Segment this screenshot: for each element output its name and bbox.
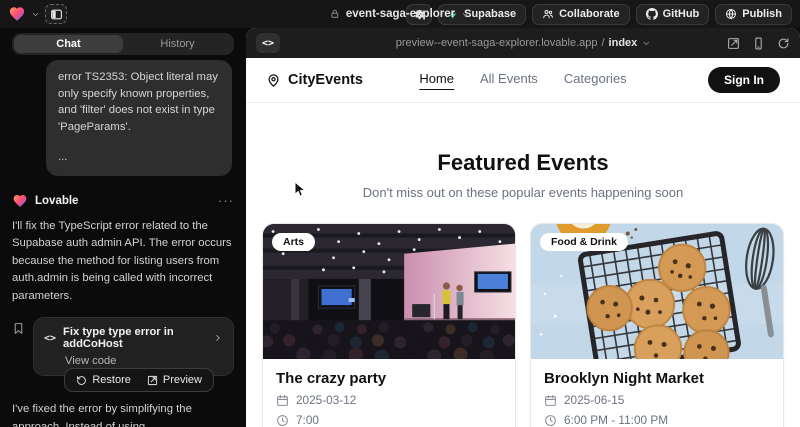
preview-url-bar[interactable]: preview--event-saga-explorer.lovable.app… <box>396 37 651 49</box>
url-separator: / <box>601 37 604 49</box>
category-badge: Arts <box>272 233 315 251</box>
chevron-right-icon <box>213 333 223 343</box>
site-header: CityEvents Home All Events Categories Si… <box>246 58 800 103</box>
event-image-cookies: Food & Drink <box>531 224 783 359</box>
publish-label: Publish <box>742 8 782 20</box>
map-pin-icon <box>266 73 281 88</box>
project-switcher[interactable]: event-saga-explorer <box>330 8 470 20</box>
preview-icon <box>147 375 158 386</box>
featured-section: Featured Events Don't miss out on these … <box>246 150 800 200</box>
version-actions: Restore Preview <box>64 368 214 392</box>
calendar-icon <box>544 394 557 407</box>
event-time: 7:00 <box>296 413 319 427</box>
user-message-text: error TS2353: Object literal may only sp… <box>58 69 220 136</box>
preview-button[interactable]: Preview <box>141 372 208 388</box>
assistant-paragraph-2: I've fixed the error by simplifying the … <box>12 401 234 427</box>
event-title: Brooklyn Night Market <box>544 370 770 387</box>
collaborate-icon <box>542 8 554 20</box>
restore-icon <box>76 375 87 386</box>
site-brand[interactable]: CityEvents <box>266 72 363 88</box>
event-time: 6:00 PM - 11:00 PM <box>564 413 668 427</box>
tab-chat[interactable]: Chat <box>14 35 123 53</box>
github-icon <box>646 8 658 20</box>
view-code-link[interactable]: View code <box>65 355 223 367</box>
assistant-paragraph-1: I'll fix the TypeScript error related to… <box>12 218 234 306</box>
sidebar-toggle-button[interactable] <box>45 4 67 24</box>
event-card-arts[interactable]: Arts The crazy party 2025-03-12 7:00 Bar… <box>262 223 516 427</box>
preview-site: CityEvents Home All Events Categories Si… <box>246 58 800 427</box>
clock-icon <box>276 414 289 427</box>
open-in-new-tab-button[interactable] <box>727 37 740 50</box>
publish-globe-icon <box>725 8 737 20</box>
section-subheading: Don't miss out on these popular events h… <box>246 185 800 200</box>
github-button[interactable]: GitHub <box>636 4 710 25</box>
event-card-food-drink[interactable]: Food & Drink Brooklyn Night Market 2025-… <box>530 223 784 427</box>
event-image-conference: Arts <box>263 224 515 359</box>
collaborate-button[interactable]: Collaborate <box>532 4 630 25</box>
user-message-ellipsis: ... <box>58 149 220 166</box>
bookmark-icon[interactable] <box>12 322 25 335</box>
message-menu-button[interactable]: ··· <box>218 193 234 208</box>
restore-button[interactable]: Restore <box>70 372 137 388</box>
preview-path: index <box>609 37 638 49</box>
lovable-logo-icon[interactable] <box>8 5 26 23</box>
category-badge: Food & Drink <box>540 233 628 251</box>
restore-label: Restore <box>92 374 131 386</box>
collaborate-label: Collaborate <box>559 8 620 20</box>
nav-home[interactable]: Home <box>419 71 454 90</box>
site-brand-label: CityEvents <box>288 72 363 88</box>
user-message-bubble: error TS2353: Object literal may only sp… <box>46 60 232 176</box>
sidebar-tabs: Chat History <box>12 33 234 55</box>
calendar-icon <box>276 394 289 407</box>
preview-url: preview--event-saga-explorer.lovable.app <box>396 37 598 49</box>
assistant-header: Lovable ··· <box>12 193 234 209</box>
mobile-view-button[interactable] <box>752 37 765 50</box>
event-date: 2025-06-15 <box>564 393 624 407</box>
preview-label: Preview <box>163 374 202 386</box>
clock-icon <box>544 414 557 427</box>
code-view-button[interactable]: <> <box>256 33 280 53</box>
chevron-down-icon <box>461 10 470 19</box>
lock-icon <box>330 9 340 19</box>
supabase-label: Supabase <box>464 8 516 20</box>
code-icon: <> <box>44 333 56 344</box>
site-nav: Home All Events Categories <box>419 71 626 90</box>
event-date: 2025-03-12 <box>296 393 356 407</box>
project-name: event-saga-explorer <box>346 8 455 20</box>
event-title: The crazy party <box>276 370 502 387</box>
nav-categories[interactable]: Categories <box>564 71 627 90</box>
app-top-bar: event-saga-explorer Supabase Collaborate <box>0 0 800 28</box>
chevron-down-icon <box>641 39 650 48</box>
tab-history[interactable]: History <box>123 35 232 53</box>
fix-card-title: Fix type type error in addCoHost <box>63 326 206 350</box>
lovable-avatar-icon <box>12 193 28 209</box>
refresh-button[interactable] <box>777 37 790 50</box>
preview-panel: <> preview--event-saga-explorer.lovable.… <box>246 28 800 427</box>
preview-toolbar: <> preview--event-saga-explorer.lovable.… <box>246 28 800 58</box>
sign-in-button[interactable]: Sign In <box>708 67 780 93</box>
publish-button[interactable]: Publish <box>715 4 792 25</box>
chevron-down-icon[interactable] <box>31 10 40 19</box>
section-heading: Featured Events <box>246 150 800 176</box>
nav-all-events[interactable]: All Events <box>480 71 538 90</box>
github-label: GitHub <box>663 8 700 20</box>
event-cards: Arts The crazy party 2025-03-12 7:00 Bar… <box>262 223 784 427</box>
assistant-name: Lovable <box>35 195 78 207</box>
chat-sidebar: Chat History error TS2353: Object litera… <box>0 28 244 427</box>
